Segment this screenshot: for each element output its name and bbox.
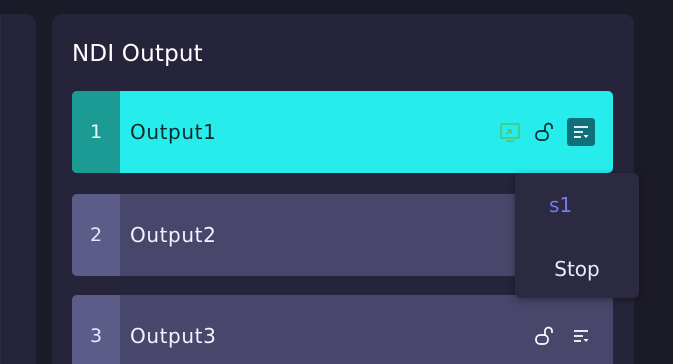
output-name: Output3 bbox=[130, 324, 217, 348]
list-menu-icon[interactable] bbox=[567, 322, 595, 350]
row-icons bbox=[499, 91, 595, 173]
output-dropdown-menu: s1 Stop bbox=[515, 173, 639, 298]
row-icons bbox=[533, 295, 595, 364]
menu-item-stop[interactable]: Stop bbox=[515, 257, 639, 281]
left-panel bbox=[0, 14, 36, 364]
output-index: 1 bbox=[72, 91, 120, 173]
output-row-3[interactable]: 3 Output3 bbox=[72, 295, 613, 364]
panel-title: NDI Output bbox=[72, 41, 203, 67]
output-index: 3 bbox=[72, 295, 120, 364]
unlock-icon[interactable] bbox=[533, 121, 555, 143]
output-name: Output2 bbox=[130, 223, 217, 247]
output-name: Output1 bbox=[130, 120, 217, 144]
output-row-1[interactable]: 1 Output1 bbox=[72, 91, 613, 173]
output-index: 2 bbox=[72, 194, 120, 276]
unlock-icon[interactable] bbox=[533, 325, 555, 347]
app-root: NDI Output 1 Output1 2 Output2 3 Output3… bbox=[0, 0, 673, 364]
menu-item-s1[interactable]: s1 bbox=[549, 193, 673, 217]
share-screen-icon[interactable] bbox=[499, 121, 521, 143]
list-menu-icon[interactable] bbox=[567, 118, 595, 146]
